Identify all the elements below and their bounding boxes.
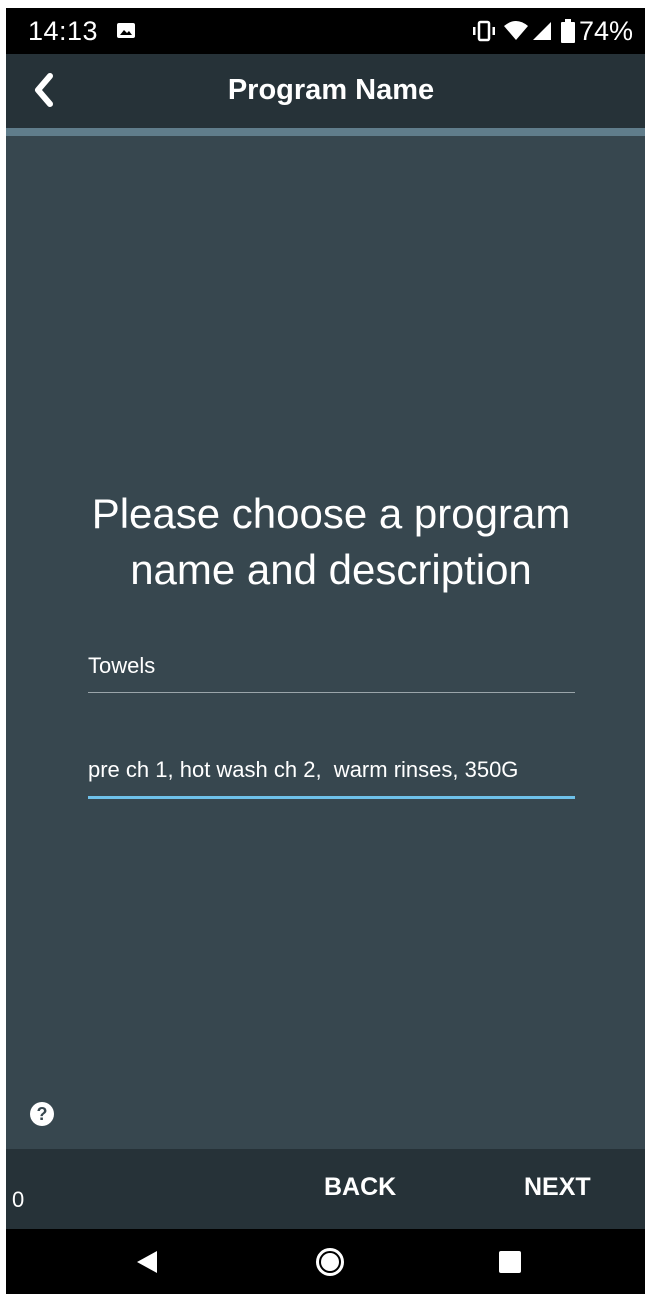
nav-back-icon bbox=[137, 1250, 157, 1273]
instruction-text: Please choose a program name and descrip… bbox=[91, 490, 571, 593]
signal-icon bbox=[532, 22, 551, 40]
step-counter: 0 bbox=[12, 1187, 25, 1212]
action-bar: 0 BACK NEXT bbox=[6, 1149, 645, 1229]
app-bar-divider bbox=[6, 128, 645, 136]
screen: 14:13 74% Program Name Please choose a p… bbox=[6, 8, 645, 1294]
program-name-field bbox=[88, 648, 575, 693]
nav-recents-button[interactable] bbox=[465, 1229, 555, 1294]
battery-icon bbox=[560, 19, 575, 43]
vibrate-icon bbox=[472, 20, 495, 42]
status-icons: 74% bbox=[471, 14, 633, 48]
back-button[interactable]: BACK bbox=[324, 1173, 396, 1202]
status-time: 14:13 bbox=[28, 16, 99, 46]
page-title: Program Name bbox=[227, 74, 435, 106]
image-notification-icon bbox=[117, 23, 135, 38]
program-description-field bbox=[88, 752, 575, 799]
nav-home-icon bbox=[316, 1247, 344, 1276]
wifi-icon bbox=[503, 21, 528, 40]
app-bar: Program Name bbox=[6, 54, 645, 128]
status-bar: 14:13 74% bbox=[6, 8, 645, 54]
system-nav-bar bbox=[6, 1229, 645, 1294]
nav-recents-icon bbox=[499, 1250, 521, 1273]
nav-home-button[interactable] bbox=[285, 1229, 375, 1294]
battery-level: 74% bbox=[578, 15, 633, 46]
help-icon[interactable]: ? bbox=[30, 1102, 54, 1126]
nav-back-button[interactable] bbox=[102, 1229, 192, 1294]
program-description-input[interactable] bbox=[88, 752, 575, 788]
program-name-input[interactable] bbox=[88, 648, 575, 684]
next-button[interactable]: NEXT bbox=[524, 1173, 591, 1202]
